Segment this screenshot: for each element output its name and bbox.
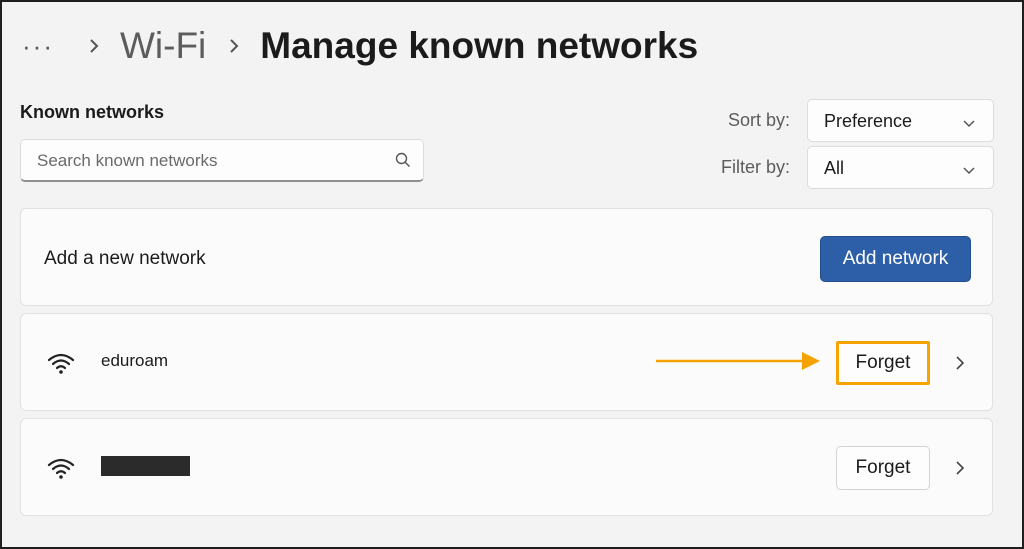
add-network-label: Add a new network xyxy=(44,248,206,269)
sort-by-label: Sort by: xyxy=(728,110,791,130)
filter-dropdown[interactable]: All xyxy=(807,146,994,189)
forget-button[interactable]: Forget xyxy=(836,446,930,490)
sort-value: Preference xyxy=(824,111,913,131)
forget-button[interactable]: Forget xyxy=(836,341,930,385)
search-input[interactable] xyxy=(35,140,389,182)
add-network-card: Add a new network Add network xyxy=(20,208,993,306)
chevron-right-icon[interactable] xyxy=(954,459,966,477)
wifi-icon xyxy=(47,456,75,480)
chevron-right-icon xyxy=(228,38,240,54)
add-network-button[interactable]: Add network xyxy=(820,236,971,282)
known-networks-heading: Known networks xyxy=(20,102,165,122)
sort-dropdown[interactable]: Preference xyxy=(807,99,994,142)
network-row[interactable]: eduroam Forget xyxy=(20,313,993,411)
filter-by-label: Filter by: xyxy=(721,157,791,177)
chevron-down-icon xyxy=(963,116,975,128)
search-icon[interactable] xyxy=(395,152,411,168)
more-breadcrumb-button[interactable]: ··· xyxy=(22,33,54,59)
settings-window: ··· Wi-Fi Manage known networks Known ne… xyxy=(0,0,1024,549)
network-row[interactable]: Forget xyxy=(20,418,993,516)
chevron-right-icon[interactable] xyxy=(954,354,966,372)
arrow-icon xyxy=(656,352,820,370)
chevron-down-icon xyxy=(963,163,975,175)
breadcrumb: ··· Wi-Fi Manage known networks xyxy=(22,16,698,76)
redacted-network-name xyxy=(101,456,190,476)
filter-value: All xyxy=(824,158,845,178)
wifi-icon xyxy=(47,351,75,375)
network-name: eduroam xyxy=(101,351,169,370)
search-box xyxy=(20,139,424,182)
chevron-right-icon xyxy=(88,38,100,54)
page-title: Manage known networks xyxy=(260,25,699,66)
breadcrumb-wifi-link[interactable]: Wi-Fi xyxy=(120,25,206,67)
